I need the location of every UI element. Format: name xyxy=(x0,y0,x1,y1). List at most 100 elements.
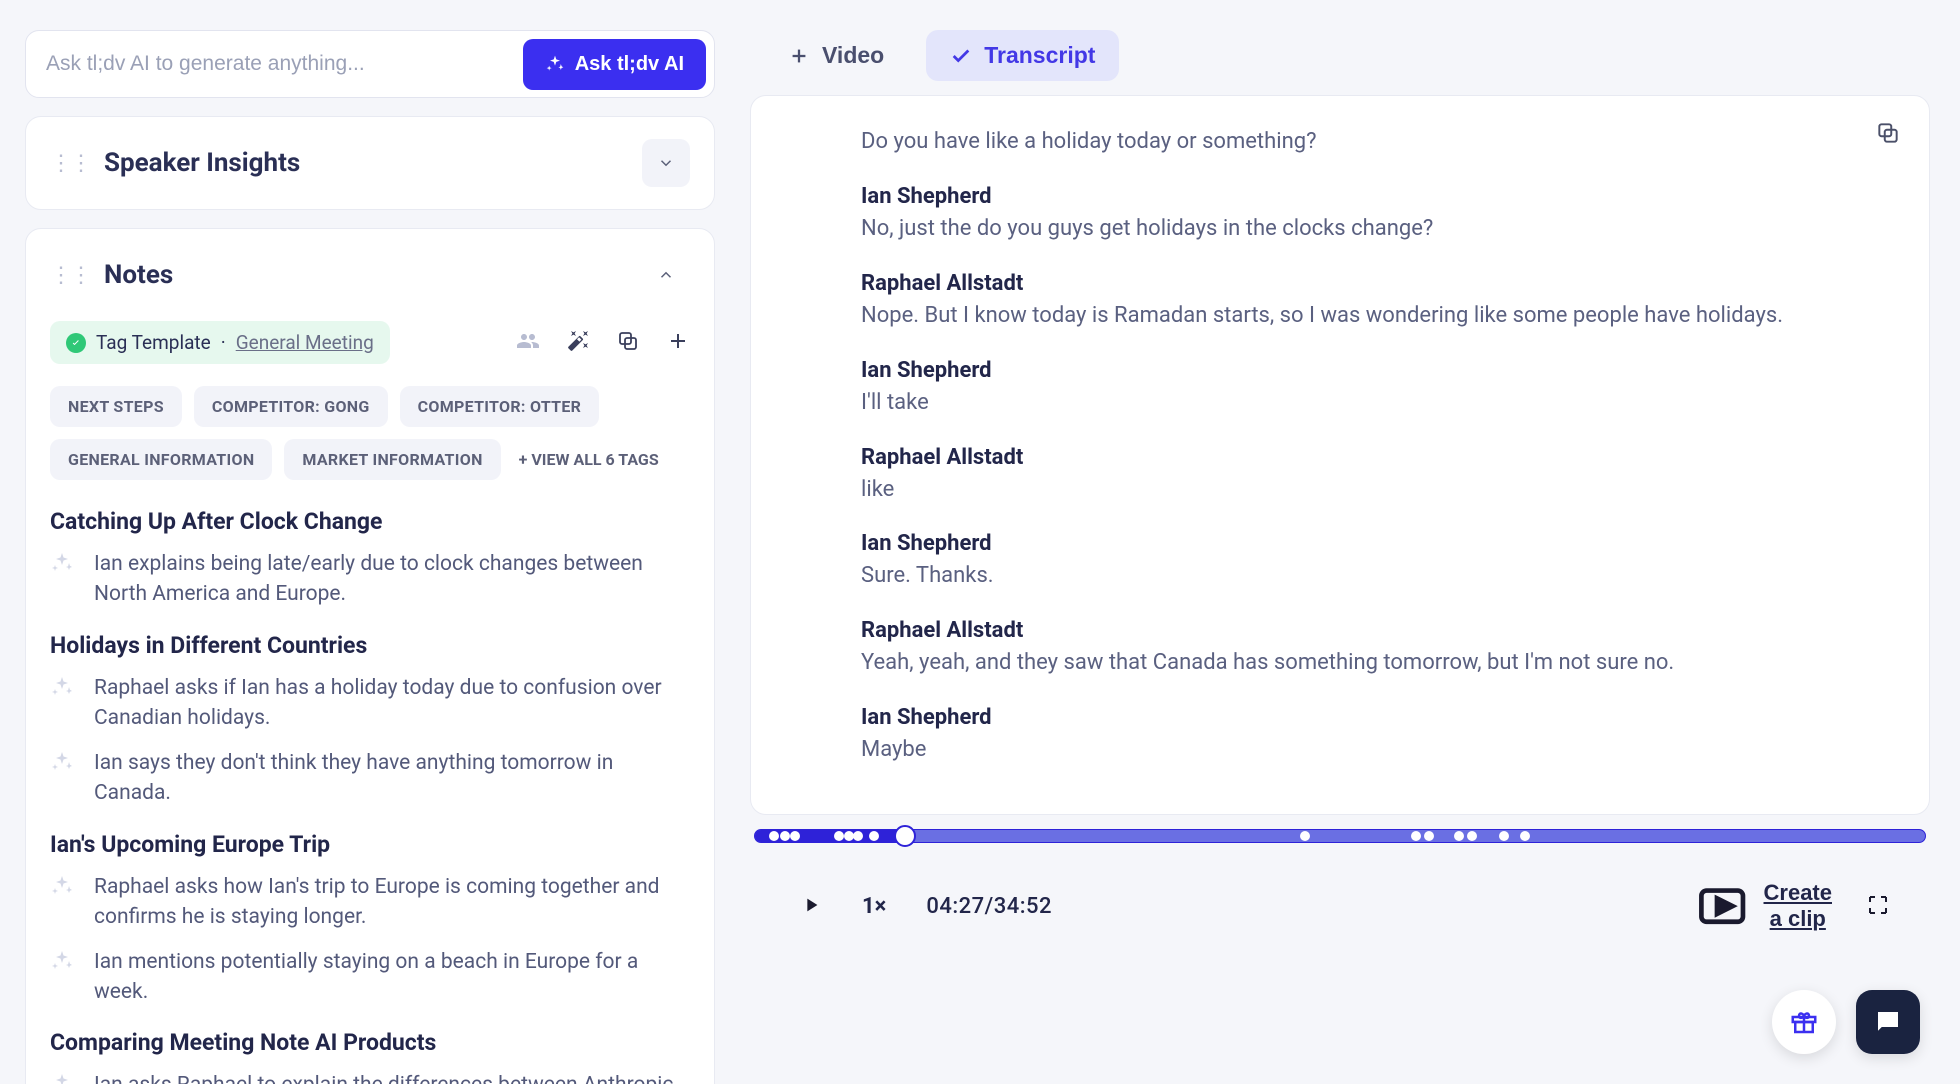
chat-icon xyxy=(1873,1007,1903,1037)
transcript-line[interactable]: Do you have like a holiday today or some… xyxy=(861,126,1891,158)
transcript-speaker: Raphael Allstadt xyxy=(861,271,1891,296)
tag-pill[interactable]: MARKET INFORMATION xyxy=(284,439,500,480)
notes-title: Notes xyxy=(104,260,628,290)
copy-icon xyxy=(616,329,640,353)
create-clip-button[interactable]: Create a clip xyxy=(1691,875,1832,937)
sparkle-icon xyxy=(50,750,74,774)
note-item[interactable]: Ian says they don't think they have anyt… xyxy=(50,748,690,809)
tab-transcript-label: Transcript xyxy=(984,42,1095,69)
transcript-speaker: Ian Shepherd xyxy=(861,184,1891,209)
note-item[interactable]: Ian explains being late/early due to clo… xyxy=(50,549,690,610)
note-item[interactable]: Raphael asks if Ian has a holiday today … xyxy=(50,673,690,734)
drag-handle-icon[interactable]: ⋮⋮ xyxy=(50,263,90,288)
transcript-text: Do you have like a holiday today or some… xyxy=(861,126,1891,158)
transcript-line[interactable]: Ian ShepherdI'll take xyxy=(861,358,1891,419)
player-controls: 1× 04:27/34:52 Create a clip xyxy=(750,857,1930,937)
plus-icon xyxy=(666,329,690,353)
expand-speaker-insights-button[interactable] xyxy=(642,139,690,187)
play-icon xyxy=(800,894,822,916)
check-circle-icon xyxy=(66,333,86,353)
tab-transcript[interactable]: Transcript xyxy=(926,30,1119,81)
timeline-marker[interactable] xyxy=(1454,831,1464,841)
transcript-text: Nope. But I know today is Ramadan starts… xyxy=(861,300,1891,332)
fullscreen-icon xyxy=(1866,893,1890,917)
tag-pill[interactable]: NEXT STEPS xyxy=(50,386,182,427)
note-section: Catching Up After Clock Change Ian explai… xyxy=(50,508,690,610)
transcript-line[interactable]: Ian Shepherd No, just the do you guys get… xyxy=(861,184,1891,245)
copy-icon xyxy=(1875,120,1901,146)
speaker-insights-title: Speaker Insights xyxy=(104,148,628,178)
copy-transcript-button[interactable] xyxy=(1875,120,1901,149)
note-text: Ian asks Raphael to explain the differen… xyxy=(94,1070,690,1084)
note-heading: Comparing Meeting Note AI Products xyxy=(50,1029,690,1056)
timeline-marker[interactable] xyxy=(1499,831,1509,841)
timeline-marker[interactable] xyxy=(769,831,779,841)
note-section: Comparing Meeting Note AI Products Ian as… xyxy=(50,1029,690,1084)
tab-video[interactable]: Video xyxy=(764,30,908,81)
timeline-marker[interactable] xyxy=(1467,831,1477,841)
timeline-marker[interactable] xyxy=(1411,831,1421,841)
transcript-line[interactable]: Ian Shepherd Maybe xyxy=(861,705,1891,766)
fullscreen-button[interactable] xyxy=(1866,893,1890,920)
note-heading: Catching Up After Clock Change xyxy=(50,508,690,535)
create-clip-label: Create a clip xyxy=(1764,880,1832,932)
chevron-down-icon xyxy=(657,154,675,172)
note-heading: Ian's Upcoming Europe Trip xyxy=(50,831,690,858)
transcript-line[interactable]: Raphael Allstadt Yeah, yeah, and they saw… xyxy=(861,618,1891,679)
transcript-tabs: Video Transcript xyxy=(750,30,1930,81)
note-text: Raphael asks if Ian has a holiday today … xyxy=(94,673,690,734)
timeline-marker[interactable] xyxy=(1520,831,1530,841)
timeline-marker[interactable] xyxy=(1424,831,1434,841)
timeline-marker[interactable] xyxy=(869,831,879,841)
playback-speed[interactable]: 1× xyxy=(862,894,886,919)
tag-pill[interactable]: COMPETITOR: GONG xyxy=(194,386,388,427)
ai-prompt-input[interactable] xyxy=(46,52,523,76)
tag-pill[interactable]: COMPETITOR: OTTER xyxy=(400,386,600,427)
ai-prompt-bar: Ask tl;dv AI xyxy=(25,30,715,98)
note-item[interactable]: Raphael asks how Ian's trip to Europe is… xyxy=(50,872,690,933)
transcript-line[interactable]: Ian ShepherdSure. Thanks. xyxy=(861,531,1891,592)
transcript-text: Maybe xyxy=(861,734,1891,766)
transcript-speaker: Raphael Allstadt xyxy=(861,618,1891,643)
copy-tags-button[interactable] xyxy=(616,329,640,356)
play-button[interactable] xyxy=(800,894,822,919)
collapse-notes-button[interactable] xyxy=(642,251,690,299)
drag-handle-icon[interactable]: ⋮⋮ xyxy=(50,151,90,176)
magic-wand-icon xyxy=(566,329,590,353)
transcript-speaker: Raphael Allstadt xyxy=(861,445,1891,470)
timeline-marker[interactable] xyxy=(1300,831,1310,841)
timeline-handle[interactable] xyxy=(894,825,916,847)
sparkle-icon xyxy=(50,1072,74,1084)
sparkle-icon xyxy=(50,874,74,898)
check-icon xyxy=(950,45,972,67)
gift-fab-button[interactable] xyxy=(1772,990,1836,1054)
note-text: Ian mentions potentially staying on a be… xyxy=(94,947,690,1008)
sparkle-icon xyxy=(50,949,74,973)
transcript-line[interactable]: Raphael Allstadt Nope. But I know today i… xyxy=(861,271,1891,332)
sparkle-icon xyxy=(50,675,74,699)
transcript-speaker: Ian Shepherd xyxy=(861,705,1891,730)
view-all-tags-button[interactable]: + VIEW ALL 6 TAGS xyxy=(513,439,665,480)
note-item[interactable]: Ian mentions potentially staying on a be… xyxy=(50,947,690,1008)
magic-wand-button[interactable] xyxy=(566,329,590,356)
gift-icon xyxy=(1789,1007,1819,1037)
ask-ai-button[interactable]: Ask tl;dv AI xyxy=(523,39,706,90)
people-button[interactable] xyxy=(516,329,540,356)
playback-timeline[interactable] xyxy=(754,829,1926,843)
transcript-speaker: Ian Shepherd xyxy=(861,358,1891,383)
transcript-text: No, just the do you guys get holidays in… xyxy=(861,213,1891,245)
tag-template-name[interactable]: General Meeting xyxy=(236,331,374,354)
transcript-text: Yeah, yeah, and they saw that Canada has… xyxy=(861,647,1891,679)
note-heading: Holidays in Different Countries xyxy=(50,632,690,659)
tags-list: NEXT STEPS COMPETITOR: GONG COMPETITOR: … xyxy=(50,386,690,480)
timeline-marker[interactable] xyxy=(790,831,800,841)
timeline-marker[interactable] xyxy=(853,831,863,841)
note-item[interactable]: Ian asks Raphael to explain the differen… xyxy=(50,1070,690,1084)
transcript-line[interactable]: Raphael Allstadtlike xyxy=(861,445,1891,506)
add-tag-button[interactable] xyxy=(666,329,690,356)
chat-fab-button[interactable] xyxy=(1856,990,1920,1054)
tag-template-chip[interactable]: Tag Template · General Meeting xyxy=(50,321,390,364)
chevron-up-icon xyxy=(657,266,675,284)
tag-pill[interactable]: GENERAL INFORMATION xyxy=(50,439,272,480)
notes-card: ⋮⋮ Notes Tag Template · General Meeting xyxy=(25,228,715,1084)
